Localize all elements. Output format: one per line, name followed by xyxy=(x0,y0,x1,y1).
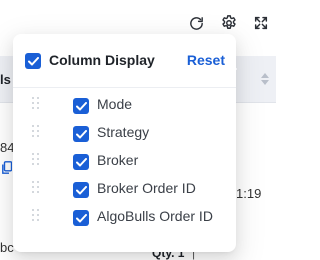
column-label: Broker Order ID xyxy=(97,180,196,196)
drag-handle-icon[interactable] xyxy=(32,153,42,169)
drag-handle-icon[interactable] xyxy=(32,97,42,113)
drag-handle-icon[interactable] xyxy=(32,209,42,225)
copy-icon[interactable] xyxy=(2,161,12,174)
popover-title: Column Display xyxy=(49,52,155,68)
table-cell-time: 1:19 xyxy=(236,186,262,201)
checkmark-icon xyxy=(75,101,87,110)
settings-icon[interactable] xyxy=(219,13,239,33)
sort-icon[interactable] xyxy=(260,72,270,86)
drag-handle-icon[interactable] xyxy=(32,125,42,141)
column-checkbox[interactable] xyxy=(73,126,89,142)
checkmark-icon xyxy=(27,56,39,65)
reset-button[interactable]: Reset xyxy=(187,52,225,68)
column-item-algobulls-order-id[interactable]: AlgoBulls Order ID xyxy=(13,203,236,231)
column-checkbox[interactable] xyxy=(73,98,89,114)
column-label: Broker xyxy=(97,152,139,168)
column-label: Strategy xyxy=(97,124,150,140)
column-item-broker[interactable]: Broker xyxy=(13,147,236,175)
column-display-popover: Column Display Reset Mode Strategy Broke… xyxy=(13,34,238,252)
table-cell: bc xyxy=(0,240,14,255)
checkmark-icon xyxy=(75,185,87,194)
table-header-cell: ls xyxy=(0,72,11,87)
column-item-strategy[interactable]: Strategy xyxy=(13,119,236,147)
fullscreen-icon[interactable] xyxy=(251,13,271,33)
select-all-checkbox[interactable] xyxy=(25,53,41,69)
column-label: Mode xyxy=(97,96,133,112)
checkmark-icon xyxy=(75,157,87,166)
column-checkbox[interactable] xyxy=(73,210,89,226)
drag-handle-icon[interactable] xyxy=(32,181,42,197)
column-item-broker-order-id[interactable]: Broker Order ID xyxy=(13,175,236,203)
column-checkbox[interactable] xyxy=(73,154,89,170)
checkmark-icon xyxy=(75,129,87,138)
reload-icon[interactable] xyxy=(186,13,206,33)
column-item-mode[interactable]: Mode xyxy=(13,91,236,119)
popover-header: Column Display Reset xyxy=(13,34,236,88)
column-label: AlgoBulls Order ID xyxy=(97,208,213,224)
checkmark-icon xyxy=(75,213,87,222)
column-checkbox[interactable] xyxy=(73,182,89,198)
